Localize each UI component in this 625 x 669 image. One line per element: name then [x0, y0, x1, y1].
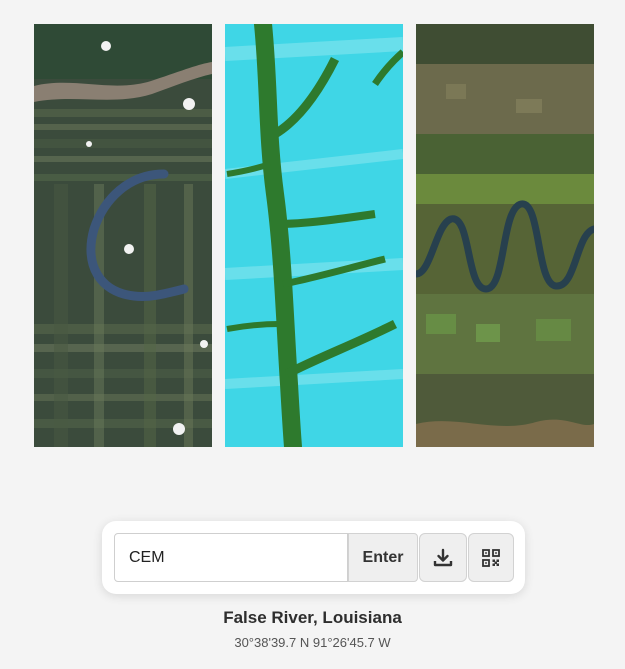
- code-input[interactable]: [114, 533, 348, 582]
- satellite-image-m[interactable]: [416, 24, 594, 447]
- satellite-image-e-graphic: [225, 24, 403, 447]
- location-coordinates: 30°38'39.7 N 91°26'45.7 W: [234, 635, 391, 650]
- satellite-image-gallery: [34, 24, 594, 447]
- satellite-image-m-graphic: [416, 24, 594, 447]
- enter-button[interactable]: Enter: [348, 533, 418, 582]
- code-entry-card: Enter: [102, 521, 525, 594]
- download-button[interactable]: [419, 533, 467, 582]
- location-name: False River, Louisiana: [223, 608, 402, 627]
- qr-code-icon: [482, 548, 500, 567]
- qr-code-button[interactable]: [468, 533, 514, 582]
- satellite-image-c-graphic: [34, 24, 212, 447]
- download-icon: [433, 548, 453, 566]
- satellite-image-e[interactable]: [225, 24, 403, 447]
- satellite-image-c[interactable]: [34, 24, 212, 447]
